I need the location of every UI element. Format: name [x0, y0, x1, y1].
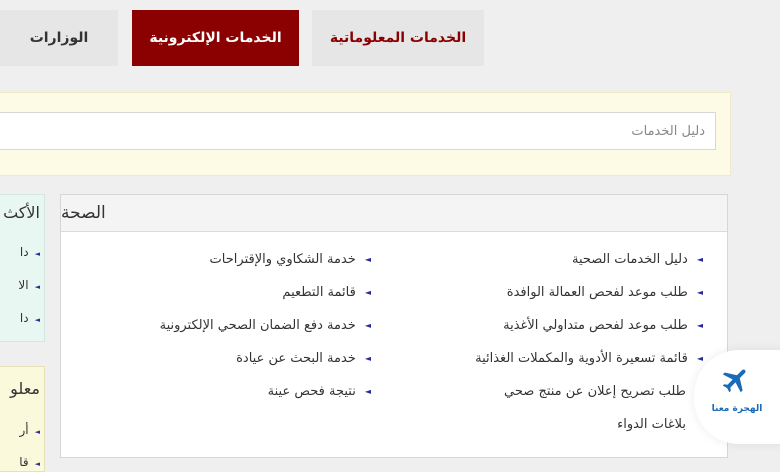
- migration-badge[interactable]: الهجرة معنا: [694, 350, 780, 444]
- service-label: خدمة الشكاوي والإقتراحات: [209, 252, 356, 267]
- services-column-right: ◄ دليل الخدمات الصحية ◄ طلب موعد لفحص العم…: [403, 243, 703, 441]
- service-label: قائمة تسعيرة الأدوية والمكملات الغذائية: [475, 351, 688, 366]
- most-used-item[interactable]: ◄ الا: [18, 278, 40, 292]
- bullet-icon: ◄: [696, 255, 703, 264]
- tab-eservices[interactable]: الخدمات الإلكترونية: [132, 10, 299, 66]
- service-link[interactable]: ◄ نتيجة فحص عينة: [71, 375, 371, 408]
- search-input[interactable]: [0, 112, 716, 150]
- service-link[interactable]: ◄ طلب موعد لفحص متداولي الأغذية: [403, 309, 703, 342]
- bullet-icon: ◄: [34, 316, 40, 324]
- service-link[interactable]: ◄ قائمة التطعيم: [71, 276, 371, 309]
- bullet-icon: ◄: [696, 288, 703, 297]
- service-link[interactable]: ◄ قائمة تسعيرة الأدوية والمكملات الغذائية: [403, 342, 703, 375]
- bullet-icon: ◄: [34, 250, 40, 258]
- most-used-box: الأكث ◄ دا ◄ الا ◄ دا: [0, 194, 45, 342]
- panel-title: الصحة: [61, 195, 727, 232]
- item-label: دا: [19, 311, 29, 325]
- bullet-icon: ◄: [364, 354, 371, 363]
- service-label: دليل الخدمات الصحية: [571, 252, 688, 267]
- service-label: طلب موعد لفحص العمالة الوافدة: [506, 285, 688, 300]
- tab-ministries[interactable]: الوزارات: [0, 10, 118, 66]
- bullet-icon: ◄: [34, 460, 40, 468]
- tab-info-services[interactable]: الخدمات المعلوماتية: [312, 10, 484, 66]
- info-box-title: معلو: [10, 379, 40, 398]
- bullet-icon: ◄: [34, 283, 40, 291]
- bullet-icon: ◄: [364, 321, 371, 330]
- service-label: خدمة البحث عن عيادة: [236, 351, 356, 366]
- info-box-item[interactable]: ◄ أر: [19, 423, 40, 437]
- services-column-left: ◄ خدمة الشكاوي والإقتراحات ◄ قائمة التطعيم…: [71, 243, 371, 408]
- most-used-item[interactable]: ◄ دا: [20, 245, 40, 259]
- service-link[interactable]: ◄ دليل الخدمات الصحية: [403, 243, 703, 276]
- service-label: طلب تصريح إعلان عن منتج صحي: [504, 384, 686, 399]
- service-link[interactable]: ◄ خدمة البحث عن عيادة: [71, 342, 371, 375]
- service-label: طلب موعد لفحص متداولي الأغذية: [503, 318, 688, 333]
- service-label: قائمة التطعيم: [282, 285, 356, 300]
- bullet-icon: ◄: [696, 354, 703, 363]
- item-label: الا: [18, 278, 29, 292]
- item-label: قا: [19, 455, 29, 469]
- service-link[interactable]: ◄ خدمة الشكاوي والإقتراحات: [71, 243, 371, 276]
- bullet-icon: ◄: [696, 321, 703, 330]
- service-label: خدمة دفع الضمان الصحي الإلكترونية: [159, 318, 356, 333]
- badge-label: الهجرة معنا: [711, 404, 763, 414]
- health-services-panel: الصحة ◄ دليل الخدمات الصحية ◄ طلب موعد لفح…: [60, 194, 728, 458]
- most-used-title: الأكث: [3, 203, 40, 222]
- bullet-icon: ◄: [364, 387, 371, 396]
- most-used-item[interactable]: ◄ دا: [20, 311, 40, 325]
- service-link[interactable]: ◄ خدمة دفع الضمان الصحي الإلكترونية: [71, 309, 371, 342]
- airplane-icon: [722, 369, 746, 393]
- bullet-icon: ◄: [364, 288, 371, 297]
- service-link[interactable]: طلب تصريح إعلان عن منتج صحي: [403, 375, 703, 408]
- item-label: دا: [19, 245, 29, 259]
- info-box: معلو ◄ أر ◄ قا: [0, 366, 45, 472]
- service-link[interactable]: بلاغات الدواء: [403, 408, 703, 441]
- bullet-icon: ◄: [34, 428, 40, 436]
- service-label: نتيجة فحص عينة: [267, 384, 356, 399]
- info-box-item[interactable]: ◄ قا: [19, 455, 40, 469]
- service-label: بلاغات الدواء: [617, 417, 686, 432]
- bullet-icon: ◄: [364, 255, 371, 264]
- service-link[interactable]: ◄ طلب موعد لفحص العمالة الوافدة: [403, 276, 703, 309]
- item-label: أر: [19, 423, 29, 437]
